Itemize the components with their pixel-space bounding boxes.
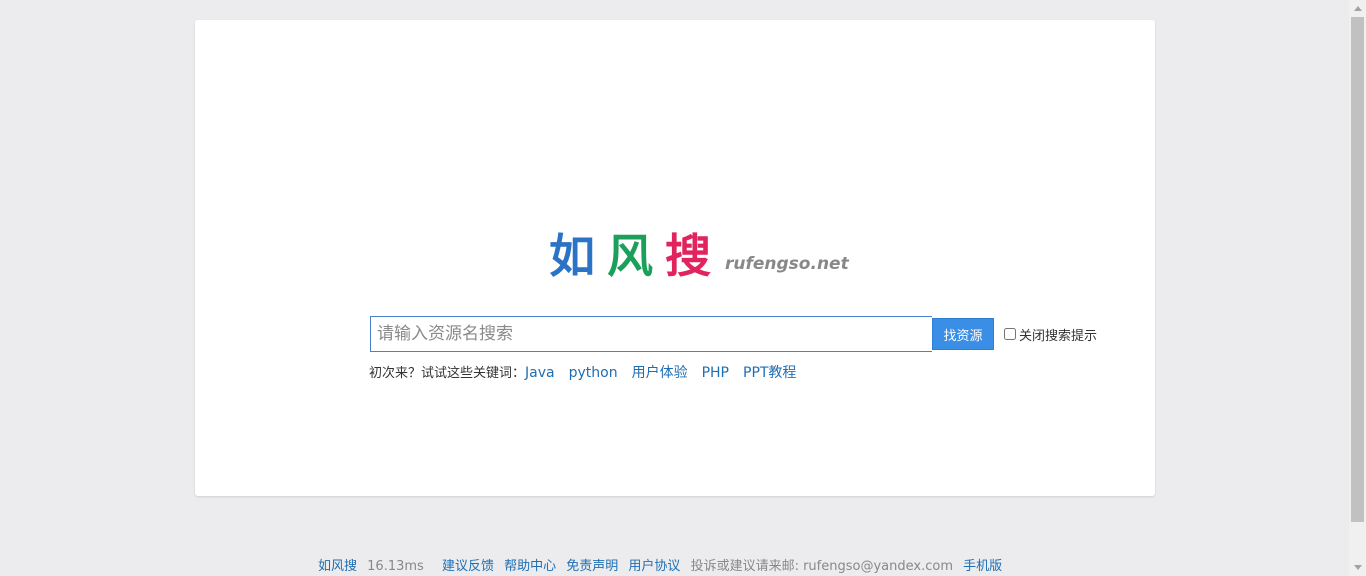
footer-link-help[interactable]: 帮助中心 [504,559,556,574]
page-scrollbar[interactable] [1349,0,1366,576]
site-logo: 如 风 搜 rufengso.net [549,228,849,284]
hint-keyword-python[interactable]: python [569,365,618,381]
footer-link-mobile[interactable]: 手机版 [963,559,1002,574]
search-button[interactable]: 找资源 [932,318,994,350]
keyword-hints: 初次来？试试这些关键词：Java python 用户体验 PHP PPT教程 [369,362,810,382]
close-suggestions-checkbox[interactable] [1004,328,1016,340]
search-bar: 找资源 关闭搜索提示 [370,316,1097,352]
hint-keyword-php[interactable]: PHP [702,365,729,381]
search-input[interactable] [370,316,932,352]
footer-contact: 投诉或建议请来邮: rufengso@yandex.com [690,559,953,574]
scroll-up-arrow-icon[interactable] [1349,0,1366,17]
scrollbar-thumb[interactable] [1351,17,1364,522]
hints-prefix: 初次来？试试这些关键词： [369,366,526,381]
response-time: 16.13ms [367,559,424,574]
page: 如 风 搜 rufengso.net 找资源 关闭搜索提示 初次来？试试这些关键… [0,0,1366,576]
logo-domain: rufengso.net [725,254,849,274]
scroll-down-arrow-icon[interactable] [1349,559,1366,576]
hint-keyword-java[interactable]: Java [525,365,555,381]
close-suggestions-label: 关闭搜索提示 [1019,328,1098,344]
footer: 如风搜 16.13ms 建议反馈 帮助中心 免责声明 用户协议 投诉或建议请来邮… [318,555,1008,574]
footer-link-terms[interactable]: 用户协议 [628,559,680,574]
footer-link-disclaimer[interactable]: 免责声明 [566,559,618,574]
footer-home-link[interactable]: 如风搜 [318,559,357,574]
logo-char-1: 如 [549,229,595,283]
logo-char-2: 风 [607,229,653,283]
hint-keyword-ppt[interactable]: PPT教程 [743,365,796,381]
logo-char-3: 搜 [665,229,711,283]
footer-link-feedback[interactable]: 建议反馈 [442,559,494,574]
hint-keyword-ux[interactable]: 用户体验 [632,365,688,381]
close-suggestions-toggle[interactable]: 关闭搜索提示 [1004,325,1097,344]
